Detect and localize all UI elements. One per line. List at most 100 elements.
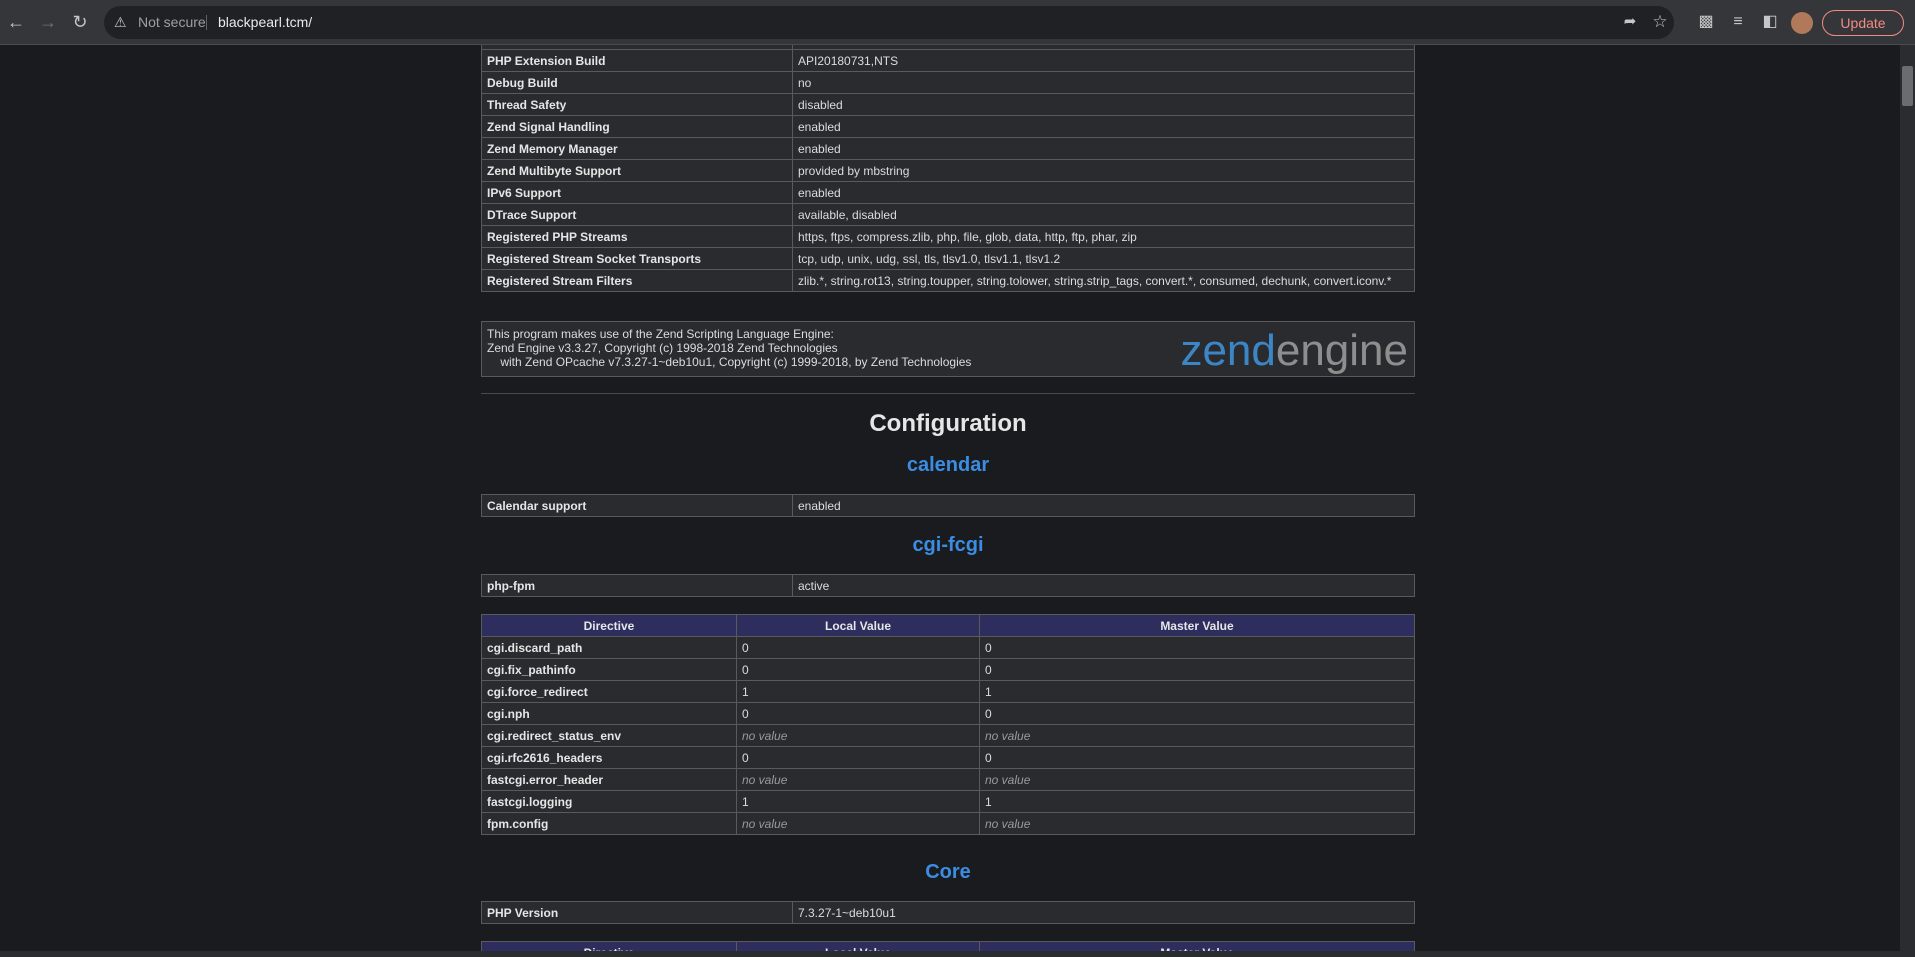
table-row: Thread Safety disabled: [481, 93, 1415, 116]
row-label: Zend Memory Manager: [481, 137, 793, 160]
row-value: API20180731,NTS: [792, 49, 1415, 72]
zend-engine-logo[interactable]: zendengine: [1180, 326, 1408, 376]
forward-arrow-icon[interactable]: →: [38, 12, 58, 32]
directive-master-value: no value: [979, 768, 1415, 791]
cgi-directives-table: Directive Local Value Master Value cgi.disc…: [481, 614, 1415, 835]
directive-master-value: no value: [979, 812, 1415, 835]
table-row: Calendar support enabled: [481, 494, 1415, 517]
directive-local-value: 0: [736, 658, 980, 681]
row-label: DTrace Support: [481, 203, 793, 226]
update-button[interactable]: Update: [1822, 10, 1904, 36]
divider: [481, 393, 1415, 394]
directive-row: fastcgi.error_header no value no value: [481, 768, 1415, 791]
column-header: Local Value: [736, 614, 980, 637]
zend-line-3: with Zend OPcache v7.3.27-1~deb10u1, Cop…: [487, 355, 972, 369]
column-header: Directive: [481, 614, 737, 637]
cgi-table-wrap: php-fpm active: [481, 574, 1415, 597]
row-label: Registered Stream Socket Transports: [481, 247, 793, 270]
row-value: provided by mbstring: [792, 159, 1415, 182]
row-value: enabled: [792, 115, 1415, 138]
table-header-row: DirectiveLocal ValueMaster Value: [481, 614, 1415, 637]
table-header-row: DirectiveLocal ValueMaster Value: [481, 941, 1415, 951]
row-value: enabled: [792, 137, 1415, 160]
back-arrow-icon[interactable]: ←: [6, 12, 26, 32]
core-heading[interactable]: Core: [481, 861, 1415, 884]
core-table: PHP Version 7.3.27-1~deb10u1: [481, 901, 1415, 924]
profile-avatar[interactable]: [1791, 12, 1813, 34]
scrollbar-track[interactable]: [1900, 45, 1915, 951]
build-info-table: PHP Extension Build API20180731,NTS Debug …: [481, 49, 1415, 292]
directive-name: cgi.rfc2616_headers: [481, 746, 737, 769]
directive-local-value: 0: [736, 636, 980, 659]
directive-name: fpm.config: [481, 812, 737, 835]
address-bar[interactable]: ⚠ Not secure blackpearl.tcm/ ➦ ☆: [104, 6, 1674, 39]
row-value: no: [792, 71, 1415, 94]
row-value: tcp, udp, unix, udg, ssl, tls, tlsv1.0, …: [792, 247, 1415, 270]
row-label: Calendar support: [481, 494, 793, 517]
zend-line-2: Zend Engine v3.3.27, Copyright (c) 1998-…: [487, 341, 838, 355]
row-label: PHP Version: [481, 901, 793, 924]
security-label: Not secure: [138, 14, 206, 30]
url-text[interactable]: blackpearl.tcm/: [218, 14, 312, 30]
media-queue-icon[interactable]: ≡: [1728, 12, 1748, 32]
row-value: zlib.*, string.rot13, string.toupper, st…: [792, 269, 1415, 292]
directive-local-value: 0: [736, 702, 980, 725]
column-header: Local Value: [736, 941, 980, 951]
directive-row: fpm.config no value no value: [481, 812, 1415, 835]
table-row: Registered Stream Filters zlib.*, string.…: [481, 269, 1415, 292]
row-value: enabled: [792, 181, 1415, 204]
row-value: active: [792, 574, 1415, 597]
calendar-heading[interactable]: calendar: [481, 454, 1415, 477]
zend-engine-box: This program makes use of the Zend Scrip…: [481, 321, 1415, 377]
zend-line-1: This program makes use of the Zend Scrip…: [487, 327, 834, 341]
address-separator: [206, 15, 207, 30]
table-row: Zend Multibyte Support provided by mbstri…: [481, 159, 1415, 182]
directive-row: cgi.redirect_status_env no value no value: [481, 724, 1415, 747]
directive-name: fastcgi.error_header: [481, 768, 737, 791]
directive-name: fastcgi.logging: [481, 790, 737, 813]
directive-master-value: 0: [979, 702, 1415, 725]
bookmark-star-icon[interactable]: ☆: [1650, 12, 1670, 32]
cgi-fcgi-heading[interactable]: cgi-fcgi: [481, 534, 1415, 557]
directive-master-value: no value: [979, 724, 1415, 747]
side-panel-icon[interactable]: ◧: [1760, 12, 1780, 32]
row-value: enabled: [792, 494, 1415, 517]
directive-master-value: 0: [979, 658, 1415, 681]
directive-local-value: no value: [736, 768, 980, 791]
row-value: 7.3.27-1~deb10u1: [792, 901, 1415, 924]
directive-master-value: 0: [979, 746, 1415, 769]
table-row: Registered Stream Socket Transports tcp, …: [481, 247, 1415, 270]
core-table-wrap: PHP Version 7.3.27-1~deb10u1: [481, 901, 1415, 924]
row-label: Thread Safety: [481, 93, 793, 116]
directive-row: fastcgi.logging 1 1: [481, 790, 1415, 813]
column-header: Master Value: [979, 941, 1415, 951]
configuration-heading: Configuration: [869, 410, 1027, 437]
row-value: available, disabled: [792, 203, 1415, 226]
directive-row: cgi.nph 0 0: [481, 702, 1415, 725]
directive-local-value: 0: [736, 746, 980, 769]
table-row: Zend Signal Handling enabled: [481, 115, 1415, 138]
directive-name: cgi.nph: [481, 702, 737, 725]
extensions-puzzle-icon[interactable]: ▩: [1696, 12, 1716, 32]
directive-name: cgi.discard_path: [481, 636, 737, 659]
table-row: PHP Extension Build API20180731,NTS: [481, 49, 1415, 72]
directive-name: cgi.fix_pathinfo: [481, 658, 737, 681]
calendar-table-wrap: Calendar support enabled: [481, 494, 1415, 517]
row-label: php-fpm: [481, 574, 793, 597]
calendar-table: Calendar support enabled: [481, 494, 1415, 517]
share-icon[interactable]: ➦: [1620, 12, 1640, 32]
core-directives-table: DirectiveLocal ValueMaster Value: [481, 941, 1415, 951]
directive-local-value: 1: [736, 790, 980, 813]
directive-master-value: 1: [979, 790, 1415, 813]
directive-master-value: 0: [979, 636, 1415, 659]
table-row: php-fpm active: [481, 574, 1415, 597]
row-label: Registered Stream Filters: [481, 269, 793, 292]
scrollbar-thumb[interactable]: [1902, 66, 1913, 106]
reload-icon[interactable]: ↻: [70, 12, 90, 32]
core-directives-wrap: DirectiveLocal ValueMaster Value: [481, 941, 1415, 951]
table-row: Debug Build no: [481, 71, 1415, 94]
table-row: Registered PHP Streams https, ftps, compr…: [481, 225, 1415, 248]
horizontal-scrollbar[interactable]: [0, 951, 1915, 957]
directive-local-value: no value: [736, 812, 980, 835]
column-header: Master Value: [979, 614, 1415, 637]
